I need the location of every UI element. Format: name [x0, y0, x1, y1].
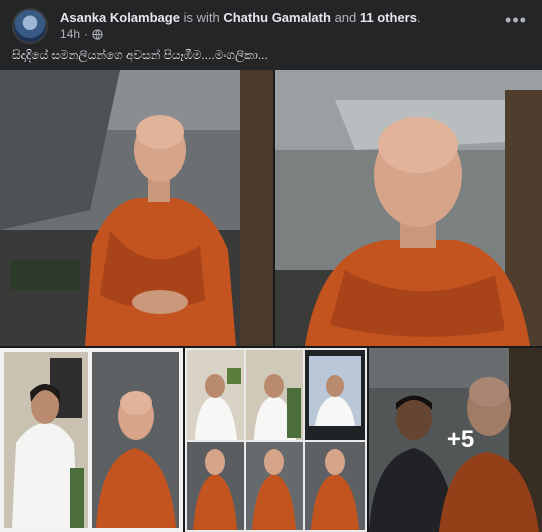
photo-1[interactable]	[0, 70, 273, 346]
globe-icon	[92, 28, 103, 40]
more-horizontal-icon[interactable]: •••	[504, 10, 528, 34]
photo-4-image	[185, 348, 367, 532]
more-photos-count: +5	[446, 426, 475, 453]
tagged-person[interactable]: Chathu Gamalath	[223, 10, 331, 25]
and-text: and	[334, 10, 357, 25]
photo-1-image	[0, 70, 273, 346]
post-header: Asanka Kolambage is with Chathu Gamalath…	[12, 6, 530, 46]
more-photos-overlay[interactable]: +5	[369, 348, 542, 532]
photo-2[interactable]	[275, 70, 542, 346]
photo-3-image	[0, 348, 183, 532]
post-time[interactable]: 14h	[60, 27, 80, 41]
others-link[interactable]: 11 others	[360, 10, 417, 25]
photo-3[interactable]	[0, 348, 183, 532]
photo-2-image	[275, 70, 542, 346]
photo-4[interactable]	[185, 348, 367, 532]
author-line: Asanka Kolambage is with Chathu Gamalath…	[60, 9, 421, 26]
author-avatar[interactable]	[12, 8, 48, 44]
photo-grid: +5	[0, 70, 542, 532]
period: .	[416, 10, 421, 25]
time-separator: ·	[84, 27, 89, 41]
author-name[interactable]: Asanka Kolambage	[60, 10, 180, 25]
post-meta: 14h ·	[60, 27, 103, 41]
facebook-post: Asanka Kolambage is with Chathu Gamalath…	[0, 0, 542, 532]
photo-5[interactable]: +5	[369, 348, 542, 532]
with-text: is with	[183, 10, 220, 25]
post-caption: සිදාදියේ සමනලියන්ගෙ අවසන් පියෑඹීම....මංග…	[12, 48, 268, 62]
